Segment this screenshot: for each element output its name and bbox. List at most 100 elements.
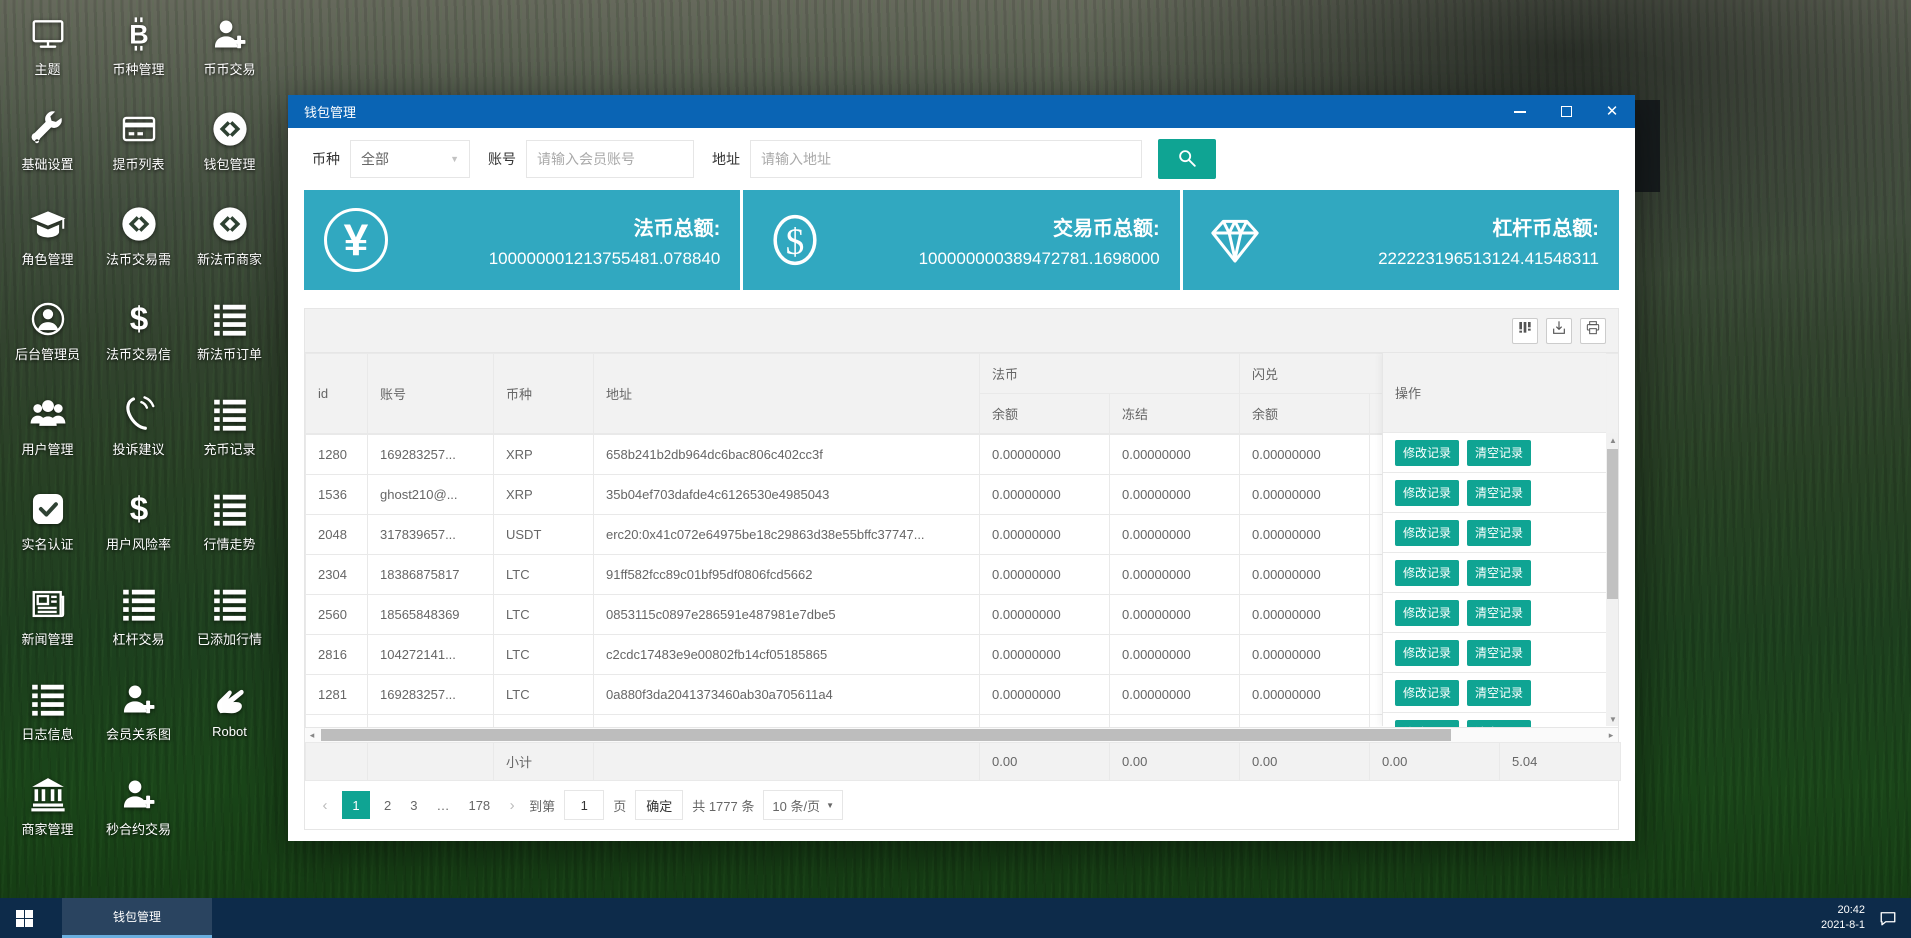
table-sheet: id 账号 币种 地址 法币 闪兑 余额 冻结 余额 bbox=[305, 353, 1618, 727]
clear-record-button[interactable]: 清空记录 bbox=[1467, 640, 1531, 666]
desktop-icon-4[interactable]: 基础设置 bbox=[2, 101, 93, 196]
desktop-icon-10[interactable]: 后台管理员 bbox=[2, 291, 93, 386]
desktop-icon-13[interactable]: 用户管理 bbox=[2, 386, 93, 481]
cell-id: 2304 bbox=[306, 555, 368, 595]
page-button-2[interactable]: 2 bbox=[379, 791, 396, 819]
horizontal-scrollbar: ◂ ▸ bbox=[305, 727, 1618, 742]
goto-page-input[interactable] bbox=[564, 790, 604, 820]
desktop-icon-19[interactable]: 新闻管理 bbox=[2, 576, 93, 671]
clear-record-button[interactable]: 清空记录 bbox=[1467, 600, 1531, 626]
columns-button[interactable] bbox=[1512, 318, 1538, 344]
cell-account: 18386875817 bbox=[368, 555, 494, 595]
edit-record-button[interactable]: 修改记录 bbox=[1395, 600, 1459, 626]
page-buttons: 123…178 bbox=[342, 791, 495, 819]
desktop-icon-6[interactable]: 钱包管理 bbox=[184, 101, 275, 196]
desktop-icon-15[interactable]: 充币记录 bbox=[184, 386, 275, 481]
clear-record-button[interactable]: 清空记录 bbox=[1467, 680, 1531, 706]
per-page-select[interactable]: 10 条/页 ▼ bbox=[763, 790, 843, 820]
edit-record-button[interactable]: 修改记录 bbox=[1395, 480, 1459, 506]
cell-account: 18565848369 bbox=[368, 595, 494, 635]
minimize-button[interactable] bbox=[1497, 95, 1543, 128]
desktop-icon-7[interactable]: 角色管理 bbox=[2, 196, 93, 291]
cell-id: 2816 bbox=[306, 635, 368, 675]
desktop-icon-18[interactable]: 行情走势 bbox=[184, 481, 275, 576]
account-input[interactable] bbox=[526, 140, 694, 178]
cell-coin: USDT bbox=[494, 515, 594, 555]
desktop-icon-23[interactable]: 会员关系图 bbox=[93, 671, 184, 766]
desktop-icon-14[interactable]: 投诉建议 bbox=[93, 386, 184, 481]
cell-coin: LTC bbox=[494, 675, 594, 715]
edit-record-button[interactable]: 修改记录 bbox=[1395, 640, 1459, 666]
horizontal-scrollbar-thumb[interactable] bbox=[321, 729, 1451, 741]
edit-record-button[interactable]: 修改记录 bbox=[1395, 680, 1459, 706]
cell-frozen: 0.00000000 bbox=[1110, 675, 1240, 715]
desktop-icon-8[interactable]: 法币交易需 bbox=[93, 196, 184, 291]
confirm-button[interactable]: 确定 bbox=[635, 790, 683, 820]
window-title: 钱包管理 bbox=[288, 102, 1497, 121]
vertical-scrollbar-thumb[interactable] bbox=[1607, 449, 1618, 599]
coin-select[interactable]: 全部 ▼ bbox=[350, 140, 470, 178]
edit-record-button[interactable]: 修改记录 bbox=[1395, 560, 1459, 586]
desktop-icon-label: 新闻管理 bbox=[21, 629, 73, 648]
desktop-icon-5[interactable]: 提币列表 bbox=[93, 101, 184, 196]
page-button-3[interactable]: 3 bbox=[405, 791, 422, 819]
edit-record-button[interactable]: 修改记录 bbox=[1395, 720, 1459, 728]
next-page-button[interactable]: › bbox=[504, 791, 520, 819]
scroll-left-arrow[interactable]: ◂ bbox=[305, 728, 319, 742]
summary-card-text: 杠杆币总额:222223196513124.41548311 bbox=[1267, 212, 1599, 269]
page-button-1[interactable]: 1 bbox=[342, 791, 370, 819]
desktop-icon-9[interactable]: 新法币商家 bbox=[184, 196, 275, 291]
prev-page-button[interactable]: ‹ bbox=[317, 791, 333, 819]
close-button[interactable]: ✕ bbox=[1589, 95, 1635, 128]
cell-id: 2048 bbox=[306, 515, 368, 555]
desktop-icon-20[interactable]: 杠杆交易 bbox=[93, 576, 184, 671]
desktop-icon-11[interactable]: $法币交易信 bbox=[93, 291, 184, 386]
filter-bar: 币种 全部 ▼ 账号 地址 bbox=[288, 128, 1635, 190]
page-button-178[interactable]: 178 bbox=[463, 791, 495, 819]
clear-record-button[interactable]: 清空记录 bbox=[1467, 720, 1531, 728]
list-icon bbox=[210, 489, 250, 529]
start-button[interactable] bbox=[0, 898, 48, 938]
desktop-icon-24[interactable]: Robot bbox=[184, 671, 275, 766]
desktop-icon-16[interactable]: 实名认证 bbox=[2, 481, 93, 576]
desktop-icon-12[interactable]: 新法币订单 bbox=[184, 291, 275, 386]
list-icon bbox=[210, 584, 250, 624]
desktop-icon-22[interactable]: 日志信息 bbox=[2, 671, 93, 766]
scroll-down-arrow[interactable]: ▼ bbox=[1606, 712, 1618, 726]
totals-empty bbox=[368, 743, 494, 781]
totals-empty bbox=[306, 743, 368, 781]
edit-record-button[interactable]: 修改记录 bbox=[1395, 520, 1459, 546]
chat-bubble-icon[interactable] bbox=[1879, 909, 1897, 927]
clear-record-button[interactable]: 清空记录 bbox=[1467, 520, 1531, 546]
search-icon bbox=[1176, 147, 1198, 172]
desktop-icon-label: 行情走势 bbox=[203, 534, 255, 553]
scroll-up-arrow[interactable]: ▲ bbox=[1606, 433, 1618, 447]
clear-record-button[interactable]: 清空记录 bbox=[1467, 560, 1531, 586]
scroll-right-arrow[interactable]: ▸ bbox=[1604, 728, 1618, 742]
print-button[interactable] bbox=[1580, 318, 1606, 344]
desktop-icon-26[interactable]: 秒合约交易 bbox=[93, 766, 184, 861]
desktop-icon-1[interactable]: 主题 bbox=[2, 6, 93, 101]
desktop-icon-label: 实名认证 bbox=[21, 534, 73, 553]
desktop-icon-25[interactable]: 商家管理 bbox=[2, 766, 93, 861]
search-button[interactable] bbox=[1158, 139, 1216, 179]
cell-flash_balance: 0.00000000 bbox=[1240, 595, 1370, 635]
desktop-icon-2[interactable]: B币种管理 bbox=[93, 6, 184, 101]
edit-record-button[interactable]: 修改记录 bbox=[1395, 440, 1459, 466]
account-filter-label: 账号 bbox=[488, 149, 516, 169]
maximize-button[interactable] bbox=[1543, 95, 1589, 128]
address-input[interactable] bbox=[750, 140, 1142, 178]
desktop-icon-21[interactable]: 已添加行情 bbox=[184, 576, 275, 671]
clear-record-button[interactable]: 清空记录 bbox=[1467, 480, 1531, 506]
list-icon bbox=[119, 584, 159, 624]
desktop-icon-label: 用户风险率 bbox=[106, 534, 171, 553]
taskbar-item-wallet[interactable]: 钱包管理 bbox=[62, 898, 212, 938]
clear-record-button[interactable]: 清空记录 bbox=[1467, 440, 1531, 466]
taskbar-clock[interactable]: 20:42 2021-8-1 bbox=[1821, 903, 1865, 933]
desktop-icon-label: 会员关系图 bbox=[106, 724, 171, 743]
desktop-icon-17[interactable]: $用户风险率 bbox=[93, 481, 184, 576]
export-button[interactable] bbox=[1546, 318, 1572, 344]
maximize-icon bbox=[1561, 106, 1572, 117]
dollar-icon: $ bbox=[119, 299, 159, 339]
desktop-icon-3[interactable]: 币币交易 bbox=[184, 6, 275, 101]
